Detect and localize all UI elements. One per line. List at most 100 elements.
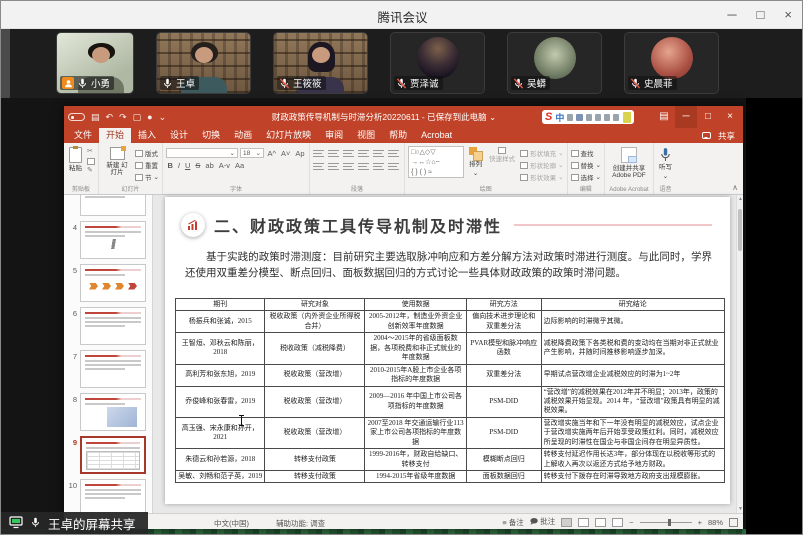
language-indicator[interactable]: 中文(中国) <box>214 518 249 529</box>
normal-view-icon[interactable] <box>561 518 572 527</box>
vertical-scrollbar[interactable]: ▲ ▼ <box>736 195 743 513</box>
paragraph-tool-icon[interactable] <box>328 149 339 157</box>
maximize-button[interactable]: □ <box>757 6 765 24</box>
sogou-logo[interactable]: S <box>545 112 552 123</box>
font-tool-icon[interactable]: ab <box>204 161 215 170</box>
ribbon-tab[interactable]: 审阅 <box>318 128 350 143</box>
ribbon-tab[interactable]: 幻灯片放映 <box>259 128 318 143</box>
scroll-up-icon[interactable]: ▲ <box>737 196 744 202</box>
zoom-slider[interactable] <box>640 522 692 523</box>
paragraph-tool-icon[interactable] <box>358 149 369 157</box>
slide-thumbnail[interactable] <box>80 350 146 388</box>
slide-thumbnail[interactable] <box>80 436 146 474</box>
slide-thumbnail[interactable] <box>80 393 146 431</box>
zoom-slider-thumb[interactable] <box>668 519 671 526</box>
copy-icon[interactable] <box>87 158 95 165</box>
save-icon[interactable]: ▤ <box>91 112 100 123</box>
select-button[interactable]: 选择 ⌄ <box>571 172 601 182</box>
minimize-button[interactable]: ─ <box>727 6 736 24</box>
toolbox-icon[interactable] <box>604 114 610 121</box>
more-icon[interactable]: ⌄ <box>159 112 167 123</box>
font-tool-icon[interactable]: Ap <box>294 149 306 158</box>
ribbon-tab[interactable]: 开始 <box>99 128 131 143</box>
font-name-select[interactable]: ⌄ <box>166 148 238 158</box>
accessibility-indicator[interactable]: 辅助功能: 调查 <box>276 518 325 529</box>
paragraph-tool-icon[interactable] <box>358 162 369 170</box>
notes-button[interactable]: ≡ 备注 <box>502 517 523 528</box>
grid-icon[interactable] <box>613 114 619 121</box>
font-tool-icon[interactable]: A-v <box>217 161 231 170</box>
arrange-button[interactable]: 排列⌄ <box>467 146 484 185</box>
font-tool-icon[interactable]: B <box>166 161 174 170</box>
participant-tile[interactable]: 吴蟒 <box>507 32 602 94</box>
font-size-select[interactable]: 18⌄ <box>240 148 264 158</box>
record-dot-icon[interactable]: ● <box>147 112 152 122</box>
participant-tile[interactable]: 贾泽诚 <box>390 32 485 94</box>
font-tool-icon[interactable]: U <box>183 161 191 170</box>
shapes-gallery[interactable]: □○△◇▽→↔☆⌂~{ } ( ) ≈ <box>408 146 464 178</box>
slide-thumbnail[interactable] <box>80 307 146 345</box>
participant-tile[interactable]: 王筱筱 <box>273 32 368 94</box>
person-icon[interactable] <box>595 114 601 121</box>
create-share-pdf-button[interactable]: 创建并共享 Adobe PDF <box>608 146 650 185</box>
zoom-out-icon[interactable]: − <box>629 518 633 527</box>
ribbon-tab[interactable]: 动画 <box>227 128 259 143</box>
comments-button[interactable]: 🗩 批注 <box>530 516 555 529</box>
ribbon-display-options-icon[interactable]: ▤ <box>653 106 675 128</box>
font-tool-icon[interactable]: A^ <box>266 149 278 158</box>
ribbon-tab[interactable]: 设计 <box>163 128 195 143</box>
slide-thumbnail[interactable] <box>80 479 146 513</box>
reset-button[interactable]: 重置 <box>135 160 159 170</box>
keyboard-icon[interactable] <box>586 114 592 121</box>
skin-icon[interactable] <box>623 112 631 123</box>
font-tool-icon[interactable]: I <box>176 161 181 170</box>
quick-styles-button[interactable]: 快速样式 <box>487 146 517 185</box>
shape-outline-button[interactable]: 形状轮廓 ⌄ <box>520 160 563 170</box>
pen-icon[interactable] <box>567 114 573 121</box>
slideshow-view-icon[interactable] <box>612 518 623 527</box>
ribbon-tab[interactable]: 文件 <box>67 128 99 143</box>
scroll-down-icon[interactable]: ▼ <box>737 506 744 512</box>
redo-icon[interactable]: ↷ <box>119 112 127 123</box>
paragraph-tool-icon[interactable] <box>313 149 324 157</box>
paste-button[interactable]: 粘贴 <box>67 146 84 185</box>
slide-sorter-view-icon[interactable] <box>578 518 589 527</box>
close-button[interactable]: × <box>784 6 792 24</box>
undo-icon[interactable]: ↶ <box>106 112 114 123</box>
replace-button[interactable]: 替换 ⌄ <box>571 160 601 170</box>
ribbon-tab[interactable]: 切换 <box>195 128 227 143</box>
reading-view-icon[interactable] <box>595 518 606 527</box>
scrollbar-thumb[interactable] <box>738 209 742 251</box>
collapsed-panel-edge[interactable] <box>1 29 10 98</box>
paragraph-tool-icon[interactable] <box>343 162 354 170</box>
participant-tile[interactable]: 小勇 <box>56 32 134 94</box>
autosave-toggle-icon[interactable] <box>68 113 85 121</box>
slideshow-icon[interactable]: ▢ <box>133 112 142 123</box>
participant-tile[interactable]: 史晨菲 <box>624 32 719 94</box>
ppt-minimize-button[interactable]: ─ <box>675 106 697 128</box>
comments-icon[interactable] <box>702 132 711 139</box>
section-button[interactable]: 节 ⌄ <box>135 172 159 182</box>
font-tool-icon[interactable]: Aa <box>234 161 246 170</box>
shape-fill-button[interactable]: 形状填充 ⌄ <box>520 148 563 158</box>
ribbon-tab[interactable]: 视图 <box>350 128 382 143</box>
paragraph-tool-icon[interactable] <box>373 162 384 170</box>
cut-icon[interactable]: ✂ <box>87 148 95 156</box>
layout-button[interactable]: 版式 <box>135 148 159 158</box>
ribbon-tab[interactable]: 帮助 <box>382 128 414 143</box>
share-button[interactable]: 共享 <box>718 130 735 142</box>
dictate-button[interactable]: 听写⌄ <box>657 146 674 185</box>
slide-thumbnail[interactable] <box>80 221 146 259</box>
zoom-in-icon[interactable]: + <box>698 518 702 527</box>
slide-thumbnail[interactable] <box>80 264 146 302</box>
ppt-close-button[interactable]: × <box>719 106 741 128</box>
shape-effects-button[interactable]: 形状效果 ⌄ <box>520 172 563 182</box>
fit-slide-icon[interactable] <box>729 518 738 527</box>
participant-tile[interactable]: 王卓 <box>156 32 251 94</box>
paragraph-tool-icon[interactable] <box>313 162 324 170</box>
sogou-ime-toolbar[interactable]: S中 <box>542 110 634 124</box>
find-button[interactable]: 查找 <box>571 148 601 158</box>
slide-thumbnail[interactable] <box>80 195 146 216</box>
format-painter-icon[interactable]: ✎ <box>87 167 95 175</box>
collapse-ribbon-icon[interactable]: ∧ <box>727 183 743 194</box>
